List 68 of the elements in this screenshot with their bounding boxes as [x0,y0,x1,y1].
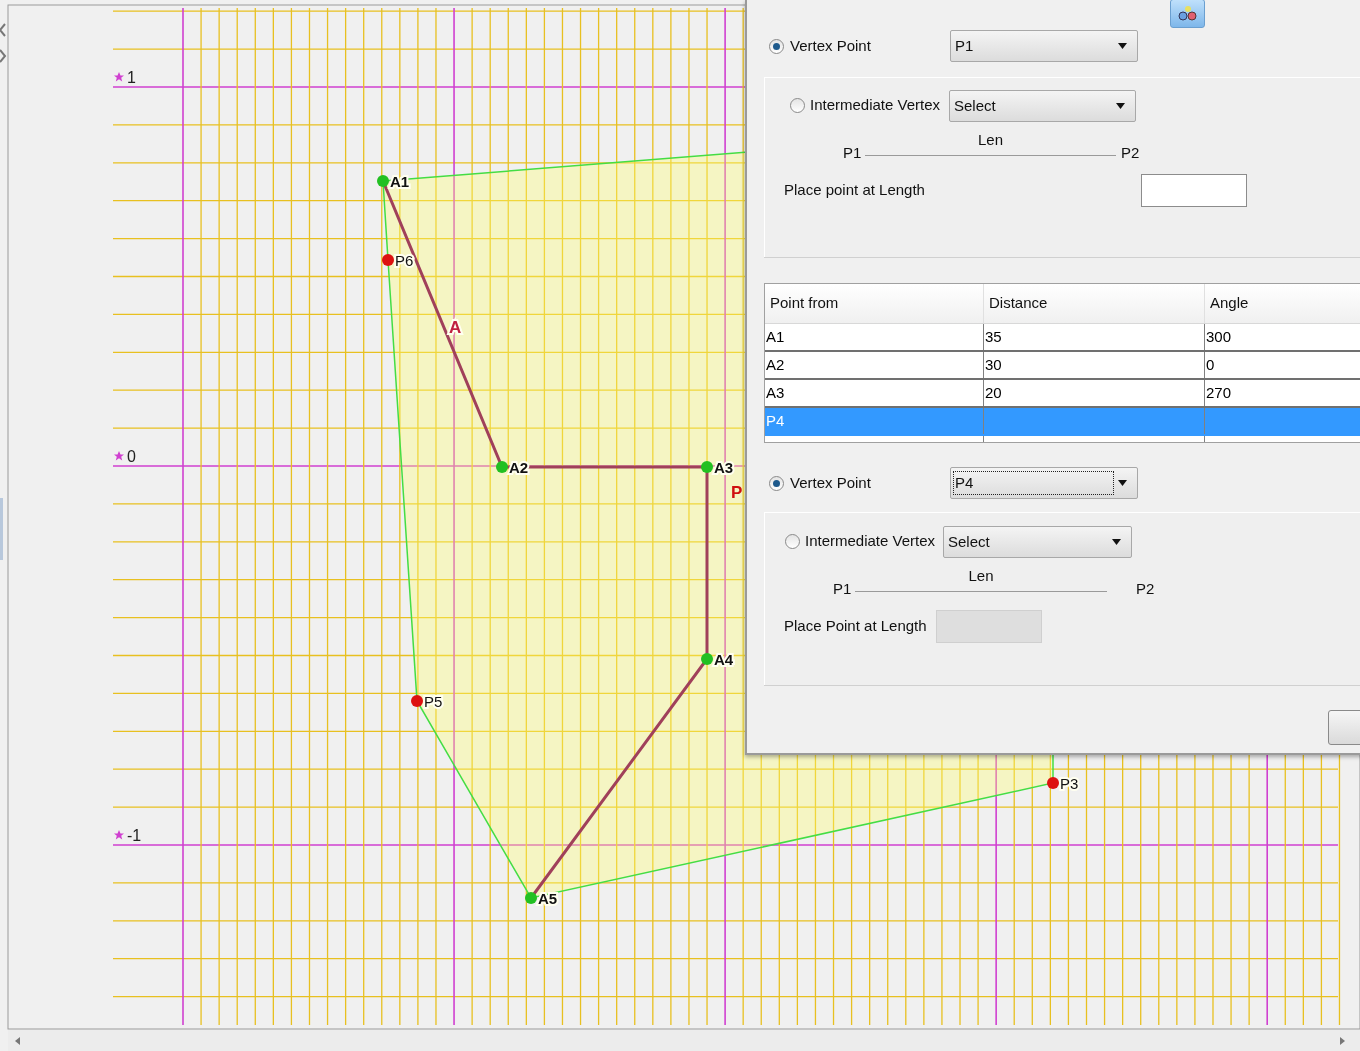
point-marker[interactable] [496,461,508,473]
column-header[interactable]: Distance [984,284,1205,323]
edge-label: P [731,483,743,502]
table-cell-text: 0 [1206,354,1215,375]
length-input-field[interactable] [1141,174,1247,207]
table-cell-text: 20 [985,382,1002,403]
end-point-label: P2 [1121,144,1140,162]
scroll-right-icon[interactable] [1340,1037,1345,1045]
table-cell-text: 270 [1206,382,1232,403]
table-cell-text: A1 [766,326,785,347]
start-point-label: P1 [833,580,853,598]
end-point-label: P2 [1136,580,1155,598]
table-cell-text: P4 [766,410,785,431]
circles-icon [1176,5,1199,22]
point-marker[interactable] [701,653,713,665]
caret-icon [1118,43,1127,49]
axis-label: 1 [127,69,136,86]
caret-icon [1118,480,1127,486]
radio-label: Intermediate Vertex [810,95,942,116]
scroll-left-icon[interactable] [15,1037,20,1045]
point-label: A3 [714,459,734,476]
length-label: Len [968,567,994,585]
radio-button[interactable] [769,475,784,491]
star-icon [114,830,124,840]
length-field-label: Place point at Length [784,180,926,201]
point-marker[interactable] [411,695,423,707]
dropdown[interactable]: P1 [950,30,1138,62]
caret-icon [1112,538,1121,545]
splitter-handle[interactable] [0,498,3,560]
star-icon [114,72,124,82]
radio-label: Vertex Point [790,472,872,493]
column-header[interactable]: Point from [765,284,984,323]
dropdown[interactable]: P4 [950,467,1138,499]
caret-icon [1116,102,1125,109]
point-label: A4 [714,651,734,668]
point-label: P5 [424,693,443,710]
length-label: Len [978,131,1003,149]
collapse-arrows-icon[interactable] [0,23,7,63]
column-header[interactable]: Angle [1205,284,1360,323]
table-row[interactable]: A2 30 0 [765,352,1360,380]
radio-label: Vertex Point [790,35,872,56]
point-marker[interactable] [1047,777,1059,789]
start-point-label: P1 [843,144,863,162]
point-marker[interactable] [701,461,713,473]
edge-label: A [449,318,462,337]
table-row[interactable]: A1 35 300 [765,324,1360,352]
star-icon [114,451,124,461]
axis-label: -1 [127,827,142,844]
dropdown[interactable]: Select [949,89,1136,122]
table-cell-text: 30 [985,354,1002,375]
point-marker[interactable] [525,892,537,904]
point-marker[interactable] [382,254,394,266]
radio-label: Intermediate Vertex [805,531,937,552]
length-field-label: Place Point at Length [784,616,928,637]
dropdown[interactable]: Select [943,525,1132,558]
radio-button[interactable] [790,98,805,113]
shapes-tool-button[interactable] [1170,0,1205,28]
table-cell-text: A2 [766,354,785,375]
dialog-button[interactable] [1328,710,1360,745]
radio-button[interactable] [785,534,800,549]
table-cell-text: 35 [985,326,1002,347]
point-label: P6 [395,252,414,269]
radio-button[interactable] [769,38,784,54]
axis-label: 0 [127,448,136,465]
point-marker[interactable] [377,175,389,187]
table-cell-text: 300 [1206,326,1232,347]
table-row[interactable]: A3 20 270 [765,380,1360,408]
table-cell-text: A3 [766,382,785,403]
